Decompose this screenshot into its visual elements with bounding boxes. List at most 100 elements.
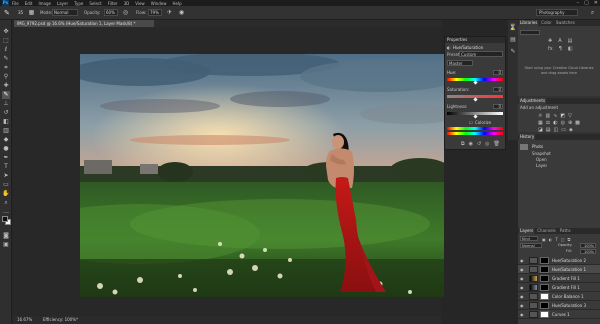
layer-name[interactable]: Gradient Fill 1 bbox=[552, 276, 580, 281]
workspace-select[interactable]: Photography bbox=[536, 9, 578, 16]
layer-mask-thumb[interactable] bbox=[540, 302, 549, 309]
menu-type[interactable]: Type bbox=[74, 1, 83, 6]
filter-adjustment-icon[interactable]: ◐ bbox=[549, 237, 553, 242]
layer-name[interactable]: Gradient Fill 1 bbox=[552, 285, 580, 290]
brush-size[interactable]: 35 bbox=[18, 10, 23, 15]
eye-icon[interactable]: ◉ bbox=[520, 276, 524, 281]
menu-edit[interactable]: Edit bbox=[25, 1, 33, 6]
layer-opacity-field[interactable]: 100% bbox=[580, 243, 596, 248]
pressure-opacity-icon[interactable]: ◎ bbox=[122, 9, 129, 16]
gradient-tool-icon[interactable]: ▥ bbox=[2, 127, 10, 135]
layer-row-selected[interactable]: ◉ Hue/Saturation 1 bbox=[518, 265, 600, 274]
history-item-3[interactable]: Layer bbox=[536, 163, 547, 168]
layer-mask-thumb[interactable] bbox=[540, 257, 549, 264]
channel-mixer-icon[interactable]: ⊕ bbox=[568, 120, 572, 126]
layer-row[interactable]: ◉ Color Balance 1 bbox=[518, 292, 600, 301]
pen-tool-icon[interactable]: ✒ bbox=[2, 154, 10, 162]
hue-value[interactable]: 0 bbox=[493, 70, 503, 75]
menu-image[interactable]: Image bbox=[38, 1, 51, 6]
menu-layer[interactable]: Layer bbox=[57, 1, 68, 6]
saturation-slider-thumb[interactable] bbox=[473, 97, 478, 102]
layer-filter-kind[interactable]: Kind bbox=[520, 236, 538, 241]
move-tool-icon[interactable]: ✥ bbox=[2, 28, 10, 36]
add-paragraph-icon[interactable]: ¶ bbox=[559, 46, 562, 52]
brightness-contrast-icon[interactable]: ☼ bbox=[538, 113, 542, 119]
layer-fill-field[interactable]: 100% bbox=[580, 249, 596, 254]
reset-icon[interactable]: ↺ bbox=[477, 141, 481, 147]
exposure-icon[interactable]: ◩ bbox=[560, 113, 565, 119]
channel-select[interactable]: Master bbox=[447, 60, 473, 66]
gradient-map-icon[interactable]: ▭ bbox=[561, 127, 566, 133]
eye-icon[interactable]: ◉ bbox=[520, 258, 524, 263]
colorize-checkbox[interactable]: ☐ bbox=[469, 120, 473, 125]
delete-adjustment-icon[interactable]: 🗑 bbox=[494, 141, 500, 147]
selective-color-icon[interactable]: ◈ bbox=[569, 127, 573, 133]
layer-row[interactable]: ◉ Hue/Saturation 2 bbox=[518, 256, 600, 265]
pressure-size-icon[interactable]: ◉ bbox=[178, 9, 185, 16]
properties-panel-icon[interactable]: ▤ bbox=[509, 36, 517, 44]
menu-select[interactable]: Select bbox=[89, 1, 101, 6]
add-graphic-icon[interactable]: ✚ bbox=[548, 38, 552, 44]
black-white-icon[interactable]: ◐ bbox=[553, 120, 557, 126]
dodge-tool-icon[interactable]: ● bbox=[2, 145, 10, 153]
clip-to-layer-icon[interactable]: ⧉ bbox=[461, 141, 465, 147]
layer-name[interactable]: Hue/Saturation 2 bbox=[552, 258, 586, 263]
lightness-slider-thumb[interactable] bbox=[473, 114, 478, 119]
menu-file[interactable]: File bbox=[12, 1, 19, 6]
history-item-1[interactable]: Snapshot bbox=[532, 151, 551, 156]
search-icon[interactable]: ⌕ bbox=[589, 9, 596, 16]
menu-filter[interactable]: Filter bbox=[108, 1, 118, 6]
healing-brush-tool-icon[interactable]: ✚ bbox=[2, 82, 10, 90]
airbrush-icon[interactable]: ✈ bbox=[166, 9, 173, 16]
mode-select[interactable]: Normal bbox=[52, 9, 78, 16]
foreground-color-swatch[interactable] bbox=[2, 216, 8, 222]
layer-mask-thumb[interactable] bbox=[540, 275, 549, 282]
menu-window[interactable]: Window bbox=[151, 1, 167, 6]
preset-select[interactable]: Custom bbox=[459, 51, 503, 57]
hand-tool-icon[interactable]: ✋ bbox=[2, 190, 10, 198]
history-brush-tool-icon[interactable]: ↺ bbox=[2, 109, 10, 117]
levels-icon[interactable]: ▥ bbox=[545, 113, 550, 119]
marquee-tool-icon[interactable]: ⬚ bbox=[2, 37, 10, 45]
blur-tool-icon[interactable]: ◆ bbox=[2, 136, 10, 144]
document-tab[interactable]: IMG_9792.psd @ 16.6% (Hue/Saturation 1, … bbox=[14, 20, 154, 27]
zoom-level[interactable]: 16.67% bbox=[17, 317, 35, 323]
layer-row[interactable]: ◉ Curves 1 bbox=[518, 310, 600, 319]
hue-saturation-adjustment-icon[interactable]: ▦ bbox=[538, 120, 543, 126]
layer-name[interactable]: Hue/Saturation 1 bbox=[552, 267, 586, 272]
blend-mode-select[interactable]: Normal bbox=[520, 243, 542, 248]
curves-icon[interactable]: ∿ bbox=[553, 113, 557, 119]
color-lookup-icon[interactable]: ▩ bbox=[575, 120, 580, 126]
layer-mask-thumb[interactable] bbox=[540, 311, 549, 318]
quick-mask-icon[interactable]: ◙ bbox=[2, 232, 10, 240]
path-selection-tool-icon[interactable]: ➤ bbox=[2, 172, 10, 180]
add-character-style-icon[interactable]: A bbox=[558, 38, 561, 44]
eye-icon[interactable]: ◉ bbox=[520, 294, 524, 299]
properties-header[interactable]: Properties bbox=[445, 37, 505, 43]
brush-tool-icon[interactable]: ✎ bbox=[4, 9, 12, 17]
saturation-value[interactable]: 0 bbox=[493, 87, 503, 92]
view-previous-icon[interactable]: ◉ bbox=[469, 141, 473, 147]
threshold-icon[interactable]: ◫ bbox=[553, 127, 558, 133]
eye-icon[interactable]: ◉ bbox=[520, 267, 524, 272]
lasso-tool-icon[interactable]: ℓ bbox=[2, 46, 10, 54]
clone-stamp-tool-icon[interactable]: ⊥ bbox=[2, 100, 10, 108]
menu-view[interactable]: View bbox=[135, 1, 145, 6]
color-balance-icon[interactable]: ⚖ bbox=[546, 120, 550, 126]
layer-row[interactable]: ◉ Gradient Fill 1 bbox=[518, 274, 600, 283]
lightness-value[interactable]: 0 bbox=[493, 104, 503, 109]
crop-tool-icon[interactable]: ⌗ bbox=[2, 64, 10, 72]
layer-name[interactable]: Hue/Saturation 3 bbox=[552, 303, 586, 308]
menu-help[interactable]: Help bbox=[172, 1, 181, 6]
history-item-0[interactable]: Photo bbox=[532, 144, 543, 149]
photo-filter-icon[interactable]: ◎ bbox=[561, 120, 565, 126]
brush-tool-icon-active[interactable]: ✎ bbox=[2, 91, 10, 99]
add-swatch-icon[interactable]: ◧ bbox=[568, 46, 573, 52]
eyedropper-tool-icon[interactable]: ⚲ bbox=[2, 73, 10, 81]
visibility-icon[interactable]: ◎ bbox=[485, 141, 489, 147]
posterize-icon[interactable]: ▤ bbox=[546, 127, 551, 133]
layer-mask-thumb[interactable] bbox=[540, 266, 549, 273]
layer-name[interactable]: Color Balance 1 bbox=[552, 294, 583, 299]
document-info[interactable]: Efficiency: 100%* bbox=[43, 317, 78, 323]
eye-icon[interactable]: ◉ bbox=[520, 312, 524, 317]
